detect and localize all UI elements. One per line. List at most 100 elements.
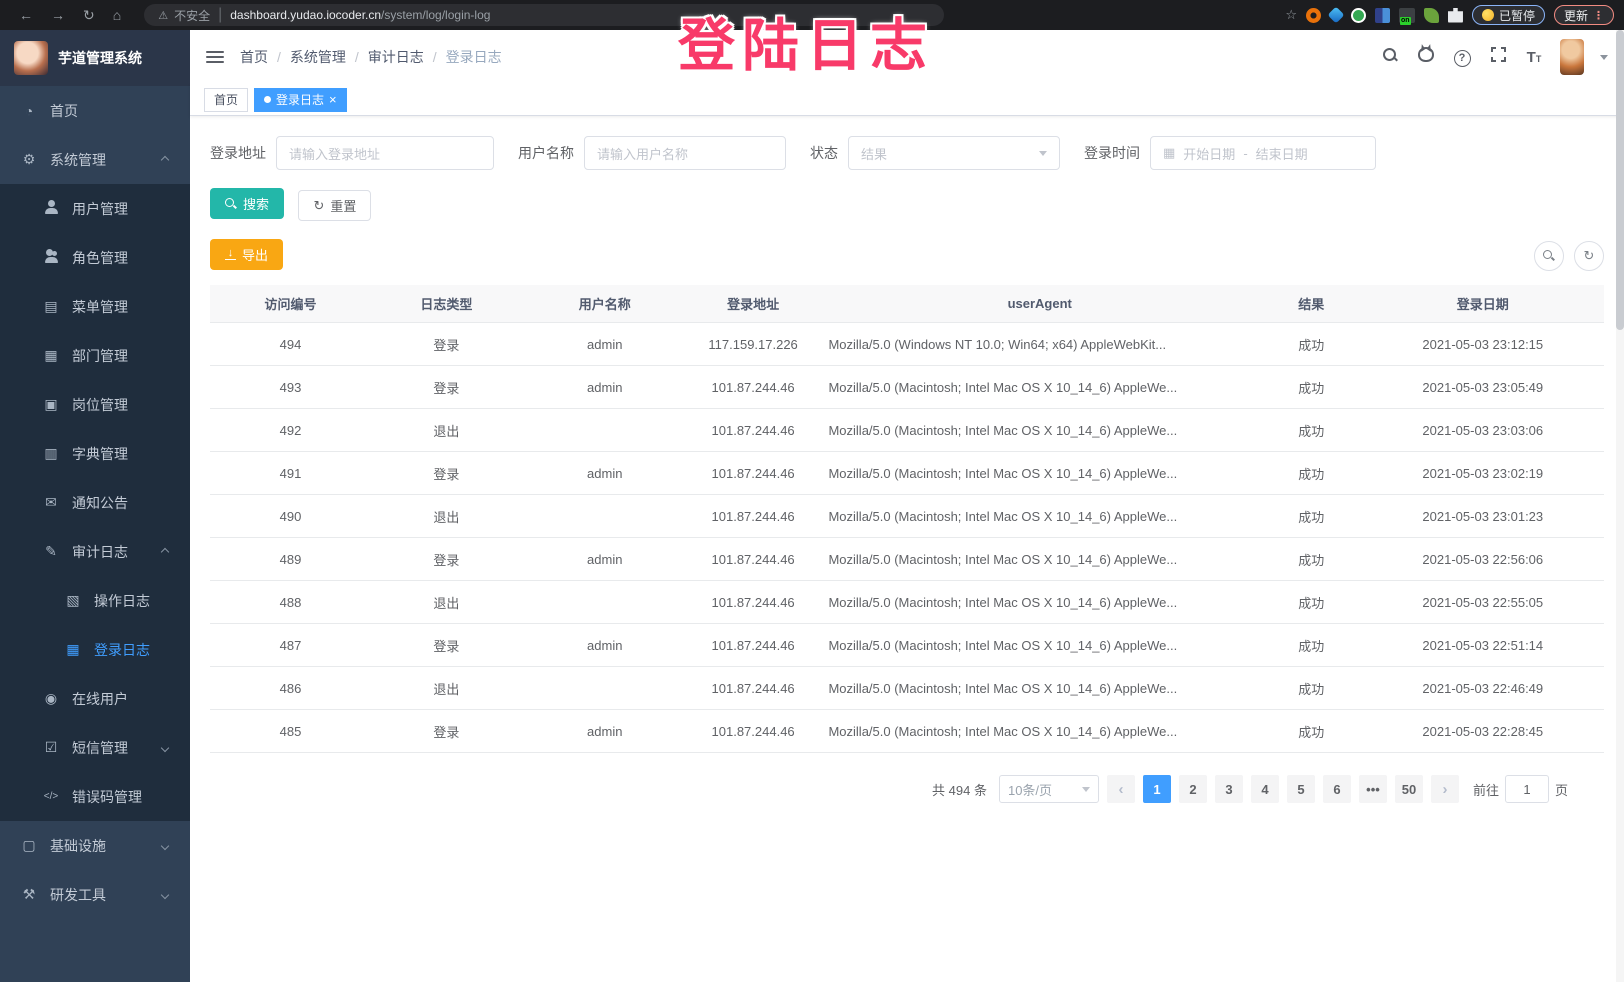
sidebar-item-login-log[interactable]: ▦登录日志 bbox=[0, 625, 190, 674]
help-icon[interactable]: ? bbox=[1452, 48, 1472, 67]
bookmark-star-icon[interactable]: ☆ bbox=[1285, 7, 1297, 23]
sidebar-item-sms[interactable]: ☑短信管理 bbox=[0, 723, 190, 772]
tag-label: 登录日志 bbox=[276, 91, 324, 108]
next-page-button[interactable]: › bbox=[1431, 775, 1459, 803]
cell-login-address: 101.87.244.46 bbox=[688, 452, 819, 495]
page-button-5[interactable]: 5 bbox=[1287, 775, 1315, 803]
sidebar-item-error-code[interactable]: </>错误码管理 bbox=[0, 772, 190, 821]
address-input[interactable]: 请输入登录地址 bbox=[276, 136, 494, 170]
cell-user-agent: Mozilla/5.0 (Macintosh; Intel Mac OS X 1… bbox=[818, 710, 1261, 753]
browser-home-icon[interactable]: ⌂ bbox=[113, 7, 121, 23]
github-icon[interactable] bbox=[1416, 47, 1436, 67]
sidebar-item-audit-log[interactable]: ✎审计日志 bbox=[0, 527, 190, 576]
cell-log-type: 登录 bbox=[371, 624, 522, 667]
page-button-1[interactable]: 1 bbox=[1143, 775, 1171, 803]
sidebar-item-online-user[interactable]: ◉在线用户 bbox=[0, 674, 190, 723]
page-button-2[interactable]: 2 bbox=[1179, 775, 1207, 803]
online-user-icon: ◉ bbox=[42, 690, 60, 707]
browser-reload-icon[interactable]: ↻ bbox=[83, 7, 95, 24]
goto-page-input[interactable]: 1 bbox=[1505, 775, 1549, 803]
chevron-up-icon bbox=[161, 155, 169, 163]
page-button-4[interactable]: 4 bbox=[1251, 775, 1279, 803]
address-label: 登录地址 bbox=[210, 143, 266, 163]
user-icon bbox=[42, 200, 60, 217]
chevron-down-icon bbox=[161, 743, 169, 751]
header-search-icon[interactable] bbox=[1380, 48, 1400, 67]
cell-login-address: 117.159.17.226 bbox=[688, 323, 819, 366]
page-size-select[interactable]: 10条/页 bbox=[999, 775, 1099, 803]
sidebar-item-label: 用户管理 bbox=[72, 199, 128, 219]
cell-login-date: 2021-05-03 23:02:19 bbox=[1362, 452, 1604, 495]
page-button-6[interactable]: 6 bbox=[1323, 775, 1351, 803]
app-title: 芋道管理系统 bbox=[58, 48, 142, 68]
page-button-50[interactable]: 50 bbox=[1395, 775, 1423, 803]
fullscreen-icon[interactable] bbox=[1488, 47, 1508, 67]
refresh-table-button[interactable]: ↻ bbox=[1574, 241, 1604, 271]
extension-grid-icon[interactable] bbox=[1375, 8, 1390, 23]
status-select[interactable]: 结果 bbox=[848, 136, 1060, 170]
page-scrollbar[interactable] bbox=[1616, 30, 1624, 982]
prev-page-button[interactable]: ‹ bbox=[1107, 775, 1135, 803]
status-label: 状态 bbox=[810, 143, 838, 163]
sidebar-item-devtools[interactable]: ⚒研发工具 bbox=[0, 870, 190, 919]
profile-paused-pill[interactable]: 已暂停 bbox=[1472, 5, 1545, 25]
font-size-icon[interactable]: TT bbox=[1524, 49, 1544, 66]
extension-on-icon[interactable]: on bbox=[1399, 8, 1415, 23]
tag-close-icon[interactable]: × bbox=[329, 93, 337, 106]
sidebar-item-role[interactable]: 角色管理 bbox=[0, 233, 190, 282]
sidebar-item-label: 首页 bbox=[50, 101, 78, 121]
browser-forward-icon[interactable]: → bbox=[51, 7, 65, 23]
breadcrumb-item[interactable]: 审计日志 bbox=[368, 47, 424, 67]
cell-id: 486 bbox=[210, 667, 371, 710]
browser-back-icon[interactable]: ← bbox=[19, 7, 33, 23]
date-range-picker[interactable]: ▦ 开始日期 - 结束日期 bbox=[1150, 136, 1376, 170]
start-date-placeholder: 开始日期 bbox=[1183, 144, 1235, 163]
sidebar-logo[interactable]: 芋道管理系统 bbox=[0, 30, 190, 86]
cell-login-address: 101.87.244.46 bbox=[688, 624, 819, 667]
avatar-caret-icon[interactable] bbox=[1600, 55, 1608, 60]
sidebar-item-dept[interactable]: ▦部门管理 bbox=[0, 331, 190, 380]
page-button-3[interactable]: 3 bbox=[1215, 775, 1243, 803]
chevron-down-icon bbox=[161, 841, 169, 849]
sidebar-item-label: 审计日志 bbox=[72, 542, 128, 562]
extension-leaf-icon[interactable] bbox=[1424, 8, 1439, 23]
sidebar-item-post[interactable]: ▣岗位管理 bbox=[0, 380, 190, 429]
sidebar-item-user[interactable]: 用户管理 bbox=[0, 184, 190, 233]
search-button[interactable]: 搜索 bbox=[210, 188, 284, 219]
toggle-search-button[interactable] bbox=[1534, 241, 1564, 271]
export-button[interactable]: ↓ 导出 bbox=[210, 239, 283, 270]
scrollbar-thumb[interactable] bbox=[1616, 30, 1624, 330]
sidebar-item-operation-log[interactable]: ▧操作日志 bbox=[0, 576, 190, 625]
browser-update-button[interactable]: 更新 ⋮ bbox=[1554, 5, 1614, 25]
column-header: userAgent bbox=[818, 285, 1261, 323]
page-buttons: 123456 ••• 50 bbox=[1143, 775, 1423, 803]
chevron-up-icon bbox=[161, 547, 169, 555]
sidebar-item-dict[interactable]: ▥字典管理 bbox=[0, 429, 190, 478]
tag-active[interactable]: 登录日志 × bbox=[254, 88, 347, 112]
extension-orange-icon[interactable] bbox=[1306, 8, 1321, 23]
username-input[interactable]: 请输入用户名称 bbox=[584, 136, 786, 170]
sidebar-item-infra[interactable]: ▢基础设施 bbox=[0, 821, 190, 870]
sidebar-item-label: 系统管理 bbox=[50, 150, 106, 170]
reset-button[interactable]: ↻ 重置 bbox=[298, 190, 371, 221]
user-avatar[interactable] bbox=[1560, 39, 1584, 75]
cell-id: 488 bbox=[210, 581, 371, 624]
hamburger-icon[interactable] bbox=[206, 48, 224, 66]
cell-user-agent: Mozilla/5.0 (Macintosh; Intel Mac OS X 1… bbox=[818, 667, 1261, 710]
extensions-puzzle-icon[interactable] bbox=[1448, 8, 1463, 23]
pager-more[interactable]: ••• bbox=[1359, 775, 1387, 803]
sidebar-item-system[interactable]: ⚙ 系统管理 bbox=[0, 135, 190, 184]
extension-gem-icon[interactable] bbox=[1327, 7, 1344, 24]
breadcrumb-item[interactable]: 首页 bbox=[240, 47, 268, 67]
breadcrumb-item[interactable]: 系统管理 bbox=[290, 47, 346, 67]
sidebar-item-home[interactable]: ◔首页 bbox=[0, 86, 190, 135]
gear-icon: ⚙ bbox=[20, 151, 38, 168]
cell-login-date: 2021-05-03 23:12:15 bbox=[1362, 323, 1604, 366]
sidebar-item-menu[interactable]: ▤菜单管理 bbox=[0, 282, 190, 331]
extension-green-icon[interactable] bbox=[1351, 8, 1366, 23]
browser-menu-icon[interactable]: ⋮ bbox=[1593, 9, 1604, 22]
sidebar-item-notice[interactable]: ✉通知公告 bbox=[0, 478, 190, 527]
post-icon: ▣ bbox=[42, 396, 60, 413]
infra-icon: ▢ bbox=[20, 837, 38, 854]
tag-item[interactable]: 首页 bbox=[204, 88, 248, 112]
